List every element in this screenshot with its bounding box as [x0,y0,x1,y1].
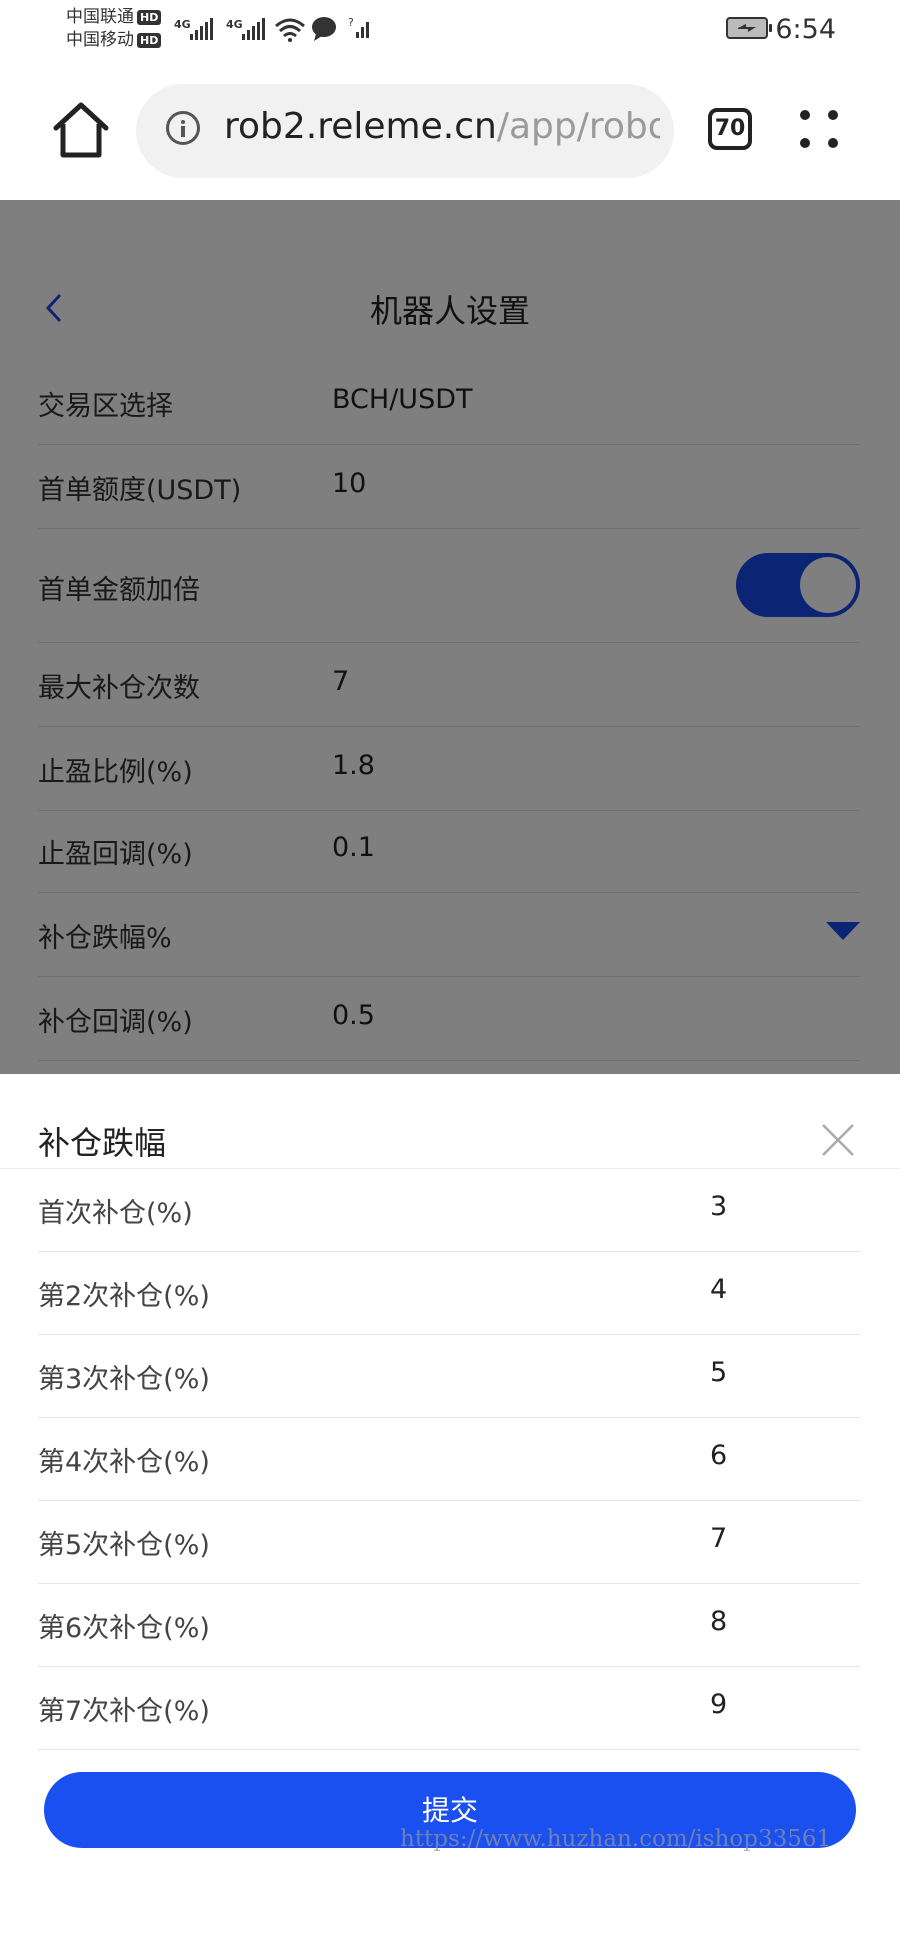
hd-badge-2: HD [137,32,162,48]
row-label: 第7次补仓(%) [38,1696,210,1727]
row-label: 第6次补仓(%) [38,1613,210,1644]
battery-icon [726,17,772,39]
address-bar[interactable]: rob2.releme.cn/app/robot [136,84,674,178]
signal-icons: 4G 4G ? [174,16,369,42]
menu-icon[interactable] [800,110,840,150]
row-label: 第2次补仓(%) [38,1281,210,1312]
svg-text:?: ? [348,16,354,29]
sheet-title: 补仓跌幅 [38,1124,167,1162]
url-host: rob2.releme.cn [224,106,497,147]
url-text[interactable]: rob2.releme.cn/app/robot [224,106,660,147]
add-drop-row-5[interactable]: 第5次补仓(%) 7 [38,1501,860,1584]
row-label: 第3次补仓(%) [38,1364,210,1395]
close-icon[interactable] [820,1122,856,1158]
row-value[interactable]: 4 [710,1274,727,1305]
modal-overlay[interactable] [0,200,900,1074]
add-drop-row-2[interactable]: 第2次补仓(%) 4 [38,1252,860,1335]
url-path: /app/robot [496,106,660,147]
watermark: https://www.huzhan.com/ishop33561 [400,1826,832,1852]
row-value[interactable]: 6 [710,1440,727,1471]
row-label: 第5次补仓(%) [38,1530,210,1561]
tab-count-button[interactable]: 70 [708,108,752,150]
status-bar: 中国联通 HD 中国移动 HD 4G 4G ? 6:54 [0,0,900,62]
row-value[interactable]: 8 [710,1606,727,1637]
row-value[interactable]: 5 [710,1357,727,1388]
browser-toolbar: rob2.releme.cn/app/robot 70 [0,62,900,200]
carrier-1: 中国联通 [66,7,134,27]
info-icon[interactable] [166,111,200,145]
add-drop-sheet: 补仓跌幅 首次补仓(%) 3 第2次补仓(%) 4 第3次补仓(%) 5 第4次… [0,1074,900,1950]
no-sim-signal-icon: ? [348,16,369,38]
row-label: 首次补仓(%) [38,1198,193,1229]
carrier-info: 中国联通 HD 中国移动 HD [66,6,162,52]
home-icon[interactable] [50,100,112,160]
clock: 6:54 [775,14,836,45]
row-value[interactable]: 7 [710,1523,727,1554]
carrier-2: 中国移动 [66,30,134,50]
add-drop-row-4[interactable]: 第4次补仓(%) 6 [38,1418,860,1501]
message-icon [312,17,336,41]
row-label: 第4次补仓(%) [38,1447,210,1478]
network-type-1: 4G [174,18,191,31]
add-drop-row-7[interactable]: 第7次补仓(%) 9 [38,1667,860,1750]
row-value[interactable]: 3 [710,1191,727,1222]
cellular-signal-icon [190,18,213,40]
hd-badge-1: HD [137,9,162,25]
row-value[interactable]: 9 [710,1689,727,1720]
add-drop-row-1[interactable]: 首次补仓(%) 3 [38,1169,860,1252]
add-drop-row-6[interactable]: 第6次补仓(%) 8 [38,1584,860,1667]
add-drop-row-3[interactable]: 第3次补仓(%) 5 [38,1335,860,1418]
network-type-2: 4G [226,18,243,31]
wifi-icon [275,18,305,38]
cellular-signal-2-icon [242,18,265,40]
